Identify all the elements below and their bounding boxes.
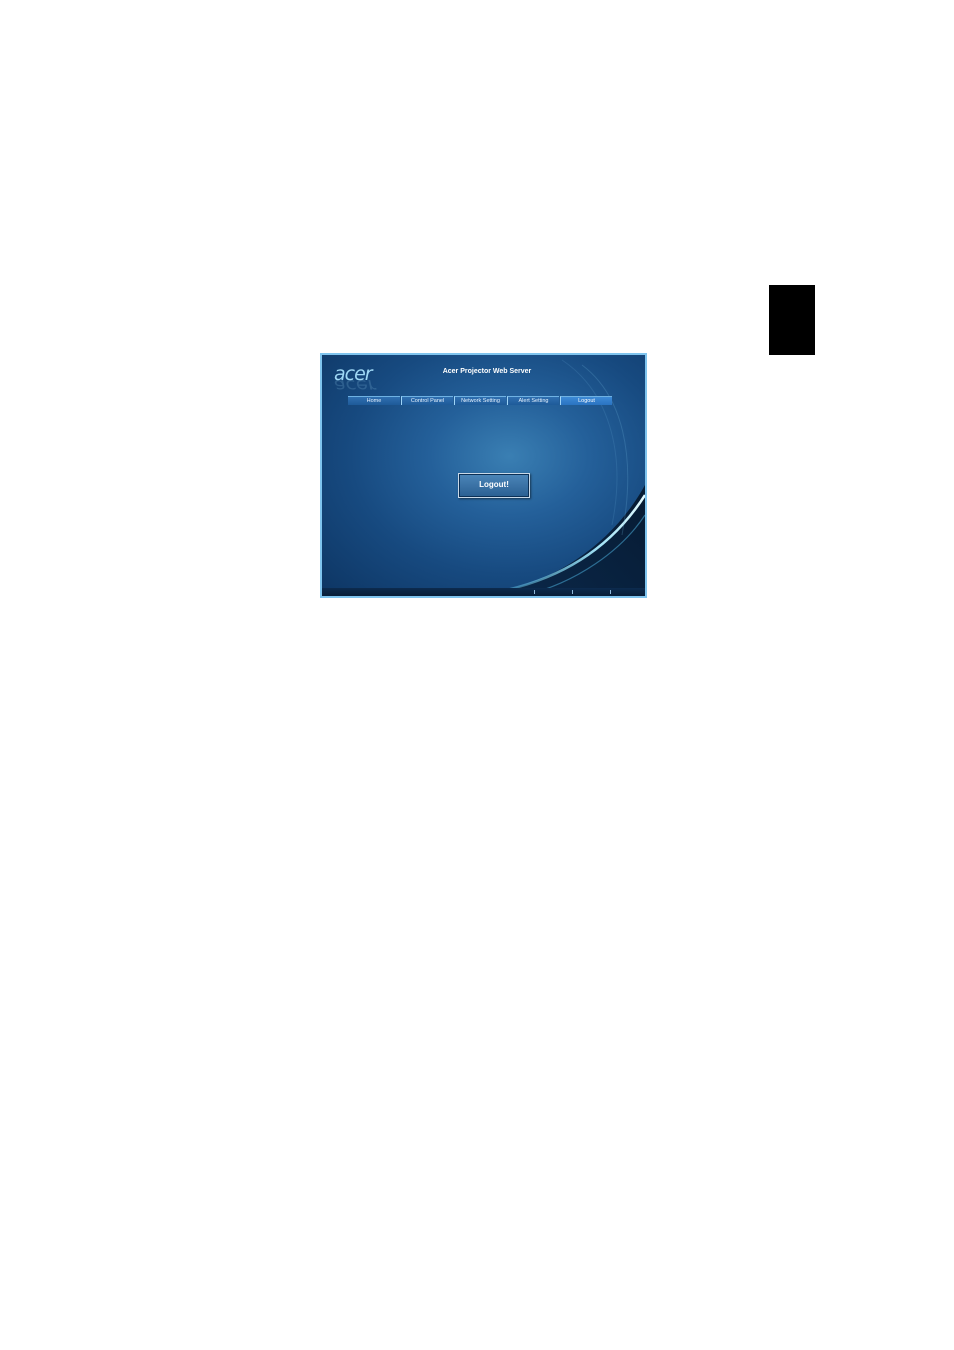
web-server-window: acer acer Acer Projector Web Server Home…: [320, 353, 647, 598]
nav-item-logout[interactable]: Logout: [560, 396, 612, 405]
side-tab-marker: [769, 285, 815, 355]
footer-divider: [572, 590, 573, 594]
main-navigation: Home Control Panel Network Setting Alert…: [348, 396, 613, 407]
footer-divider: [610, 590, 611, 594]
acer-logo: acer acer: [332, 360, 388, 390]
logout-button[interactable]: Logout!: [458, 473, 530, 498]
svg-text:acer: acer: [334, 375, 377, 390]
nav-item-control-panel[interactable]: Control Panel: [401, 396, 453, 405]
document-page: acer acer Acer Projector Web Server Home…: [0, 0, 954, 1350]
nav-item-home[interactable]: Home: [348, 396, 400, 405]
footer-bar: [322, 588, 645, 596]
nav-item-network-setting[interactable]: Network Setting: [454, 396, 506, 405]
footer-divider: [534, 590, 535, 594]
nav-item-alert-setting[interactable]: Alert Setting: [507, 396, 559, 405]
page-title: Acer Projector Web Server: [442, 368, 532, 375]
